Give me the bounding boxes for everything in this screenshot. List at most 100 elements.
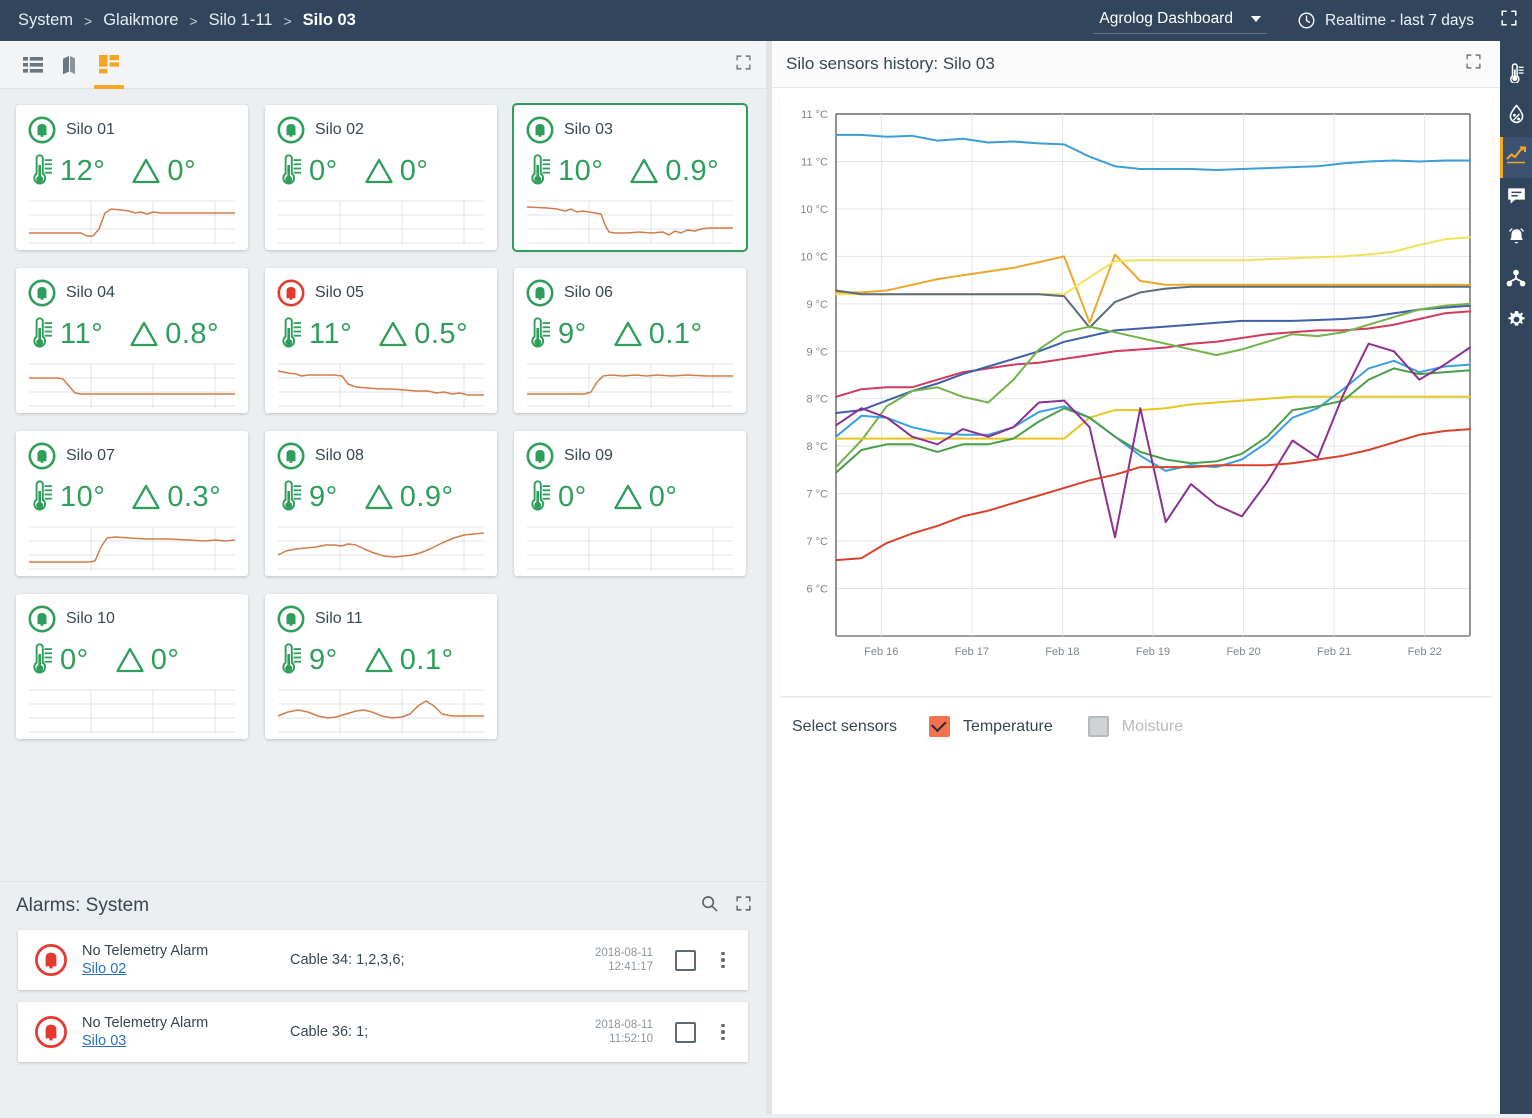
view-toolbar: [0, 41, 766, 89]
silo-card[interactable]: Silo 08 9° 0.9°: [265, 431, 497, 576]
alarm-menu-button[interactable]: [712, 1023, 734, 1041]
thermometer-icon: [277, 154, 303, 188]
alarm-row[interactable]: No Telemetry Alarm Silo 03 Cable 36: 1; 201…: [18, 1002, 748, 1062]
breadcrumb-item-silo-group[interactable]: Silo 1-11: [209, 11, 273, 30]
grid-view-button[interactable]: [90, 48, 128, 89]
list-view-button[interactable]: [14, 48, 52, 82]
silo-card[interactable]: Silo 09 0° 0°: [514, 431, 746, 576]
thermometer-icon: [526, 154, 552, 188]
silo-card-header: Silo 01: [28, 115, 236, 145]
silo-delta-group: 0°: [613, 481, 678, 514]
silo-card-header: Silo 07: [28, 441, 236, 471]
thermometer-icon: [526, 317, 552, 351]
silo-temperature: 9°: [558, 317, 587, 350]
breadcrumb-separator: >: [189, 12, 198, 29]
map-icon: [62, 55, 75, 74]
silo-card[interactable]: Silo 07 10° 0.3°: [16, 431, 248, 576]
search-icon[interactable]: [700, 894, 719, 918]
silo-name: Silo 02: [315, 121, 364, 138]
delta-triangle-icon: [115, 646, 145, 674]
silo-name: Silo 07: [66, 447, 115, 464]
rail-item-bell[interactable]: [1500, 219, 1532, 260]
silo-name: Silo 01: [66, 121, 115, 138]
alarm-menu-button[interactable]: [712, 951, 734, 969]
silo-metrics: 10° 0.9°: [526, 145, 734, 197]
silo-card[interactable]: Silo 10 0° 0°: [16, 594, 248, 739]
rail-item-chart[interactable]: [1500, 137, 1532, 178]
silo-card[interactable]: Silo 03 10° 0.9°: [514, 105, 746, 250]
thermometer-icon: [28, 643, 54, 677]
rail-item-gear[interactable]: [1500, 301, 1532, 342]
breadcrumb-item-glaikmore[interactable]: Glaikmore: [103, 11, 178, 30]
fullscreen-icon[interactable]: [1500, 9, 1518, 32]
silo-sparkline: [527, 526, 733, 571]
svg-text:7 °C: 7 °C: [806, 489, 828, 501]
silo-temperature: 9°: [309, 643, 338, 676]
silo-card-header: Silo 10: [28, 604, 236, 634]
delta-triangle-icon: [129, 320, 159, 348]
silo-sparkline: [29, 689, 235, 734]
silo-delta-group: 0°: [364, 155, 429, 188]
svg-text:9 °C: 9 °C: [806, 299, 828, 311]
silo-metrics: 9° 0.9°: [277, 471, 485, 523]
thermometer-icon: [277, 480, 303, 514]
delta-triangle-icon: [629, 157, 659, 185]
alarm-row[interactable]: No Telemetry Alarm Silo 02 Cable 34: 1,2,3…: [18, 930, 748, 990]
legend-toggle-moisture[interactable]: Moisture: [1087, 716, 1183, 737]
silo-delta-group: 0.3°: [131, 481, 221, 514]
alarm-date: 2018-08-11: [595, 1019, 653, 1031]
fullscreen-icon[interactable]: [735, 54, 752, 76]
rail-item-temperature[interactable]: [1500, 55, 1532, 96]
alarm-silo-link[interactable]: Silo 03: [82, 1033, 126, 1049]
silo-card[interactable]: Silo 05 11° 0.5°: [265, 268, 497, 413]
rail-item-network[interactable]: [1500, 260, 1532, 301]
dashboard-selector[interactable]: Agrolog Dashboard: [1093, 7, 1267, 34]
svg-text:Feb 20: Feb 20: [1226, 646, 1260, 658]
temperature-checkbox[interactable]: [928, 716, 950, 737]
silo-card-header: Silo 09: [526, 441, 734, 471]
alarm-select-checkbox[interactable]: [675, 1021, 696, 1043]
silo-card-header: Silo 04: [28, 278, 236, 308]
bell-icon: [1507, 227, 1526, 252]
silo-card[interactable]: Silo 02 0° 0°: [265, 105, 497, 250]
silo-temperature: 12°: [60, 154, 106, 187]
silo-delta-group: 0.5°: [378, 318, 468, 351]
silo-temperature: 11°: [60, 317, 104, 350]
moisture-checkbox[interactable]: [1087, 716, 1109, 737]
thermometer-icon: [28, 317, 54, 351]
silo-metrics: 10° 0.3°: [28, 471, 236, 523]
silo-card[interactable]: Silo 04 11° 0.8°: [16, 268, 248, 413]
thermometer-icon: [28, 480, 54, 514]
right-icon-rail: [1500, 41, 1532, 1114]
silo-delta-group: 0.9°: [629, 155, 719, 188]
silo-sparkline: [527, 363, 733, 408]
silo-status-icon: [526, 279, 554, 307]
network-icon: [1506, 269, 1526, 293]
silo-card-header: Silo 03: [526, 115, 734, 145]
silo-card[interactable]: Silo 01 12° 0°: [16, 105, 248, 250]
silo-metrics: 0° 0°: [526, 471, 734, 523]
silo-temperature: 0°: [60, 643, 89, 676]
map-view-button[interactable]: [52, 48, 90, 82]
silo-delta: 0.5°: [414, 317, 469, 350]
alarm-silo-link[interactable]: Silo 02: [82, 961, 126, 977]
alarm-cable-info: Cable 34: 1,2,3,6;: [290, 952, 405, 968]
silo-name: Silo 04: [66, 284, 115, 301]
legend-toggle-temperature[interactable]: Temperature: [928, 716, 1053, 737]
alarm-timestamp: 2018-08-11 12:41:17: [595, 946, 653, 974]
silo-card[interactable]: Silo 11 9° 0.1°: [265, 594, 497, 739]
chevron-down-icon: [1250, 16, 1261, 22]
breadcrumb-item-system[interactable]: System: [18, 11, 73, 30]
rail-item-comment[interactable]: [1500, 178, 1532, 219]
fullscreen-icon[interactable]: [1465, 53, 1482, 75]
sensor-history-chart[interactable]: 11 °C 11 °C 10 °C 10 °C 9 °C 9 °C 8 °C 8 °C 7 °C…: [780, 96, 1492, 696]
silo-card[interactable]: Silo 06 9° 0.1°: [514, 268, 746, 413]
silo-delta-group: 0°: [115, 644, 180, 677]
fullscreen-icon[interactable]: [735, 895, 752, 917]
alarm-select-checkbox[interactable]: [675, 949, 696, 971]
rail-item-humidity[interactable]: [1500, 96, 1532, 137]
silo-sparkline: [29, 363, 235, 408]
alarms-header: Alarms: System: [0, 882, 766, 930]
silo-metrics: 0° 0°: [277, 145, 485, 197]
time-range-selector[interactable]: Realtime - last 7 days: [1297, 11, 1474, 30]
